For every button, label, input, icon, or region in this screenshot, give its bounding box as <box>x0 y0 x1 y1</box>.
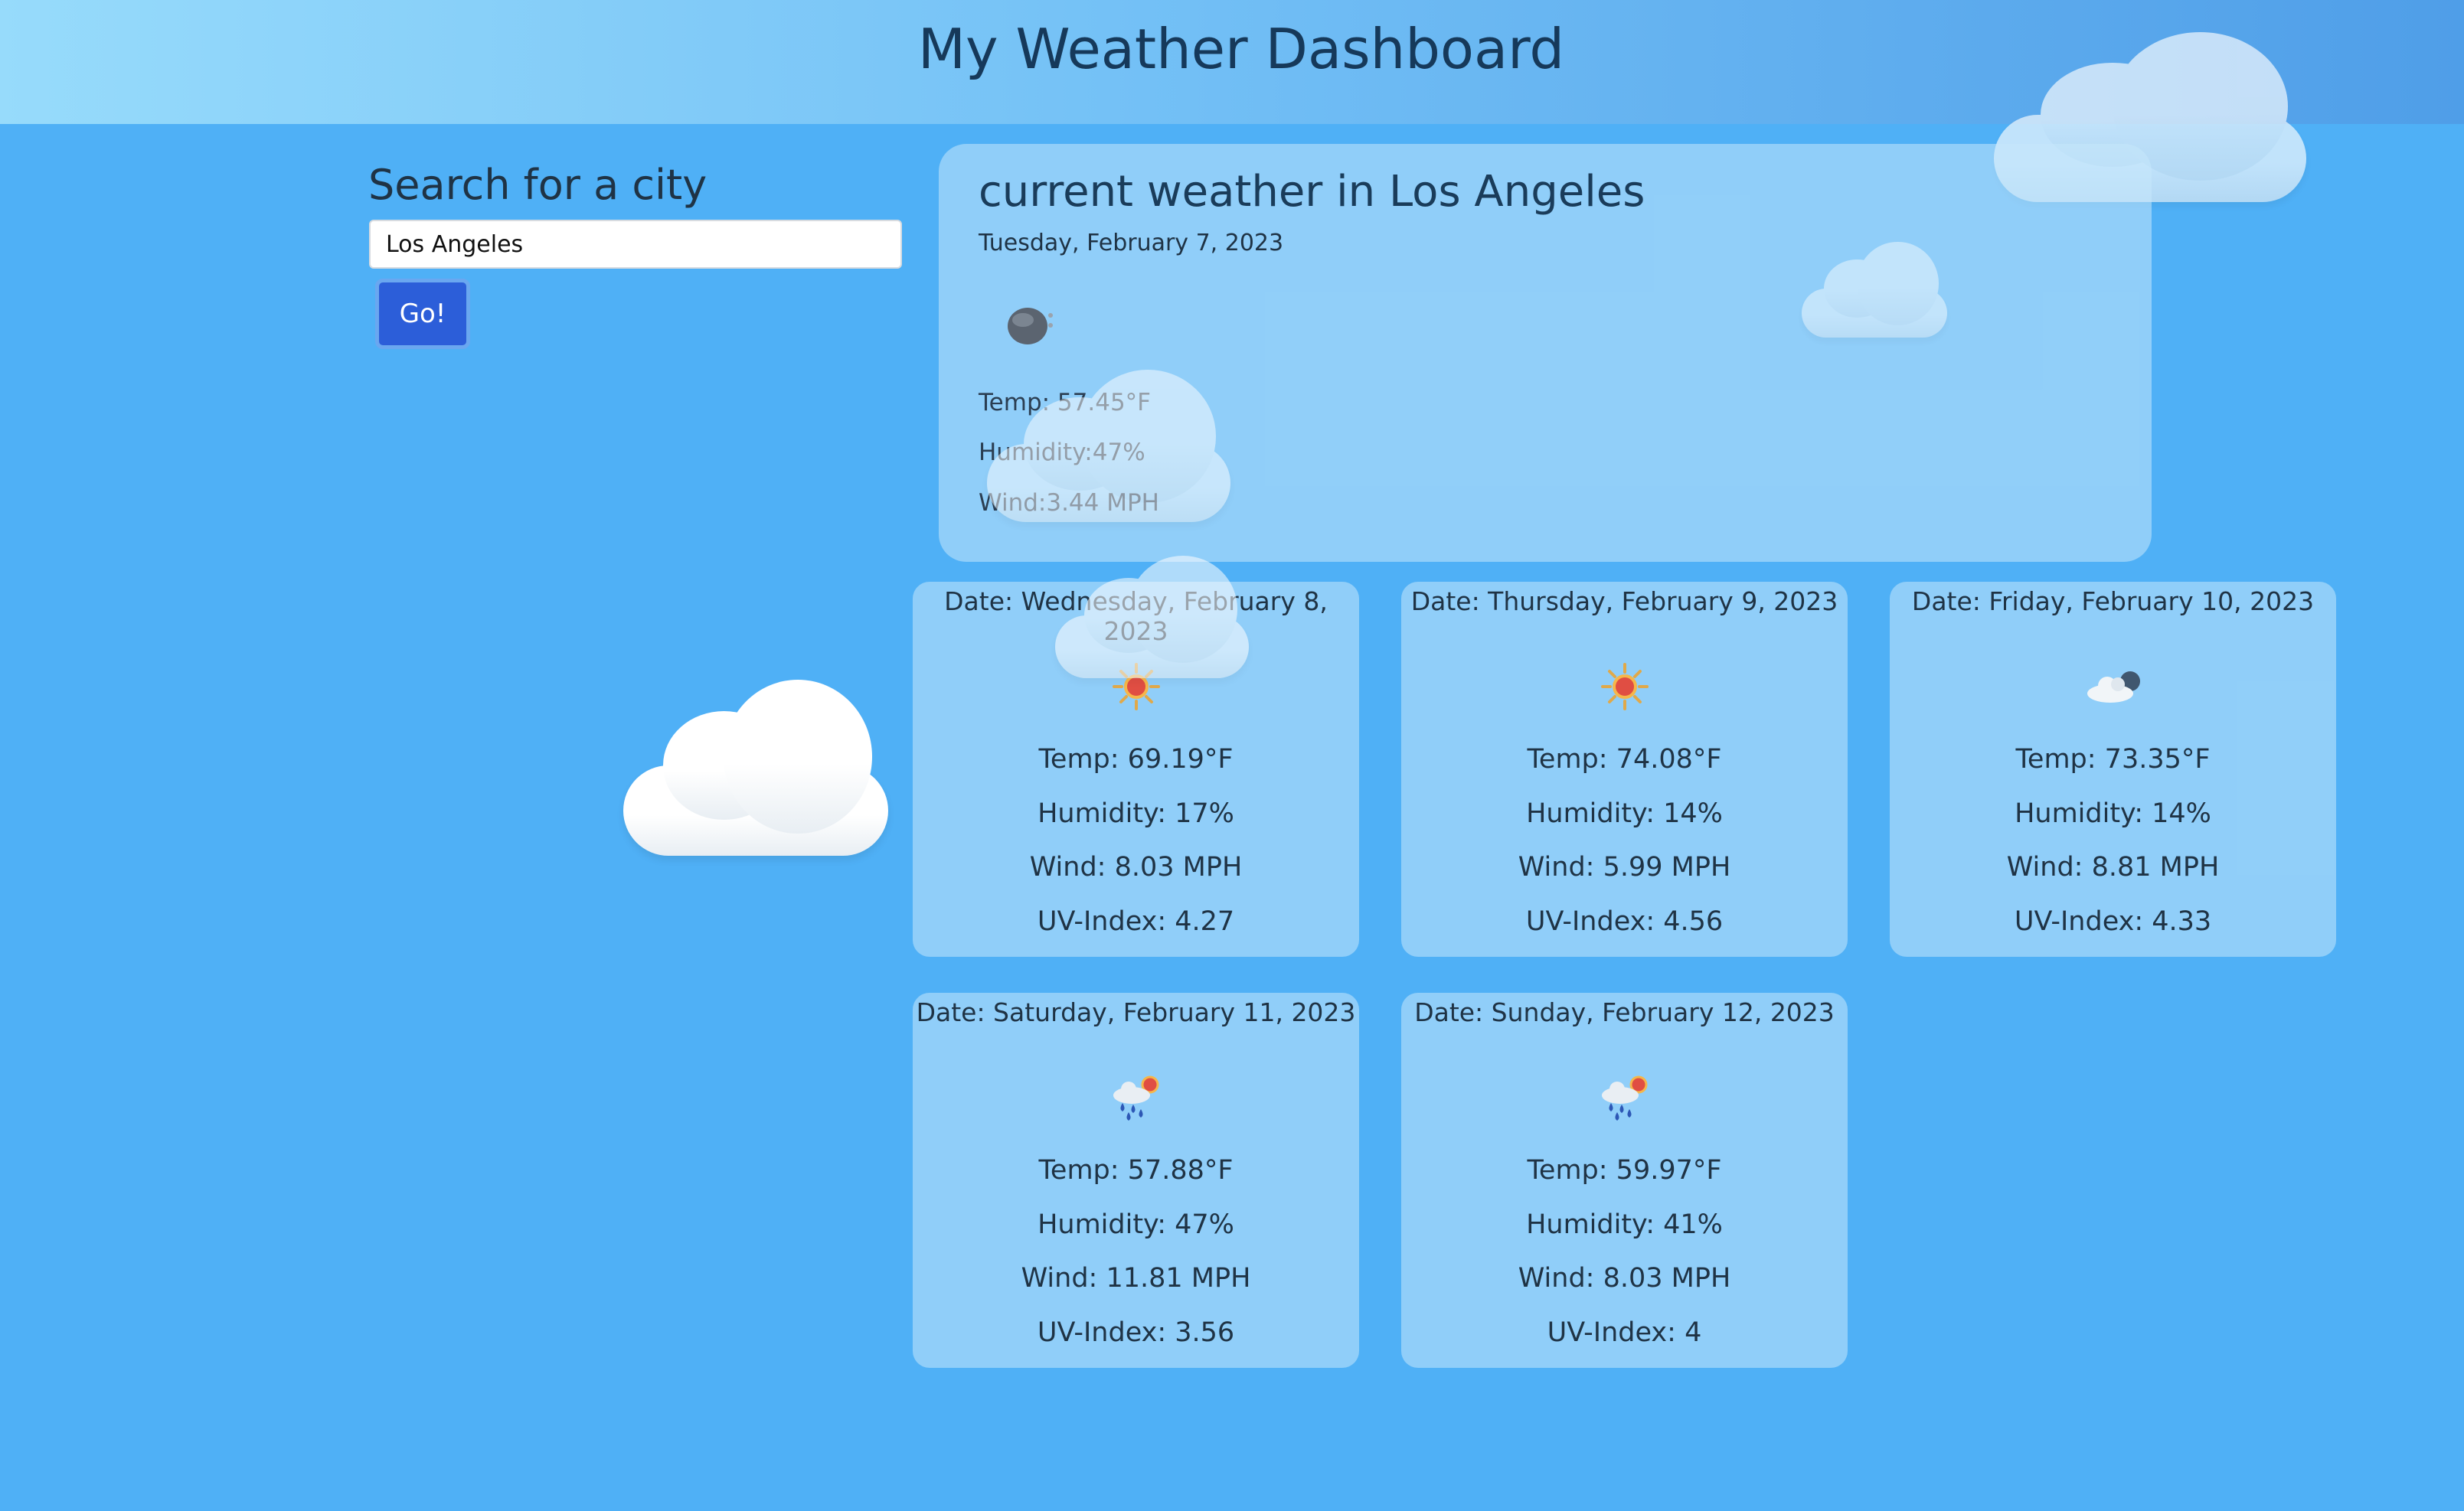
cloud-decoration <box>1055 556 1249 678</box>
forecast-date: Date: Thursday, February 9, 2023 <box>1410 586 1838 616</box>
forecast-wind: Wind: 8.81 MPH <box>2006 852 2220 883</box>
forecast-temp: Temp: 73.35°F <box>2015 744 2211 775</box>
forecast-uv-index: UV-Index: 4.27 <box>1037 906 1235 937</box>
forecast-uv-index: UV-Index: 4.33 <box>2014 906 2212 937</box>
forecast-humidity: Humidity: 47% <box>1038 1209 1234 1240</box>
forecast-date: Date: Friday, February 10, 2023 <box>1911 586 2315 616</box>
forecast-date: Date: Sunday, February 12, 2023 <box>1414 997 1835 1027</box>
forecast-humidity: Humidity: 14% <box>1526 798 1723 829</box>
sun-icon <box>1601 663 1649 710</box>
forecast-card: Date: Thursday, February 9, 2023 Temp: 7… <box>1401 582 1848 957</box>
forecast-date: Date: Saturday, February 11, 2023 <box>916 997 1356 1027</box>
rain-sun-icon <box>1113 1075 1159 1121</box>
search-title: Search for a city <box>368 161 708 209</box>
forecast-humidity: Humidity: 17% <box>1038 798 1234 829</box>
forecast-wind: Wind: 11.81 MPH <box>1021 1263 1251 1294</box>
forecast-card: Date: Friday, February 10, 2023 Temp: 73… <box>1890 582 2336 957</box>
forecast-uv-index: UV-Index: 4.56 <box>1525 906 1724 937</box>
current-weather-title: current weather in Los Angeles <box>979 167 1645 217</box>
forecast-uv-index: UV-Index: 4 <box>1547 1317 1702 1348</box>
forecast-temp: Temp: 74.08°F <box>1527 744 1722 775</box>
forecast-card: Date: Sunday, February 12, 2023 Temp: 59… <box>1401 993 1848 1368</box>
forecast-humidity: Humidity: 41% <box>1526 1209 1723 1240</box>
city-search-input[interactable] <box>369 220 902 269</box>
forecast-humidity: Humidity: 14% <box>2015 798 2211 829</box>
go-button[interactable]: Go! <box>375 279 470 349</box>
forecast-wind: Wind: 5.99 MPH <box>1518 852 1731 883</box>
cloudy-night-icon <box>2087 671 2140 703</box>
forecast-temp: Temp: 69.19°F <box>1038 744 1234 775</box>
forecast-wind: Wind: 8.03 MPH <box>1518 1263 1731 1294</box>
current-weather-date: Tuesday, February 7, 2023 <box>979 230 1284 256</box>
rain-sun-icon <box>1602 1075 1648 1121</box>
cloud-decoration <box>1802 242 1947 338</box>
forecast-temp: Temp: 59.97°F <box>1527 1155 1722 1186</box>
forecast-card: Date: Saturday, February 11, 2023 Temp: … <box>913 993 1359 1368</box>
forecast-uv-index: UV-Index: 3.56 <box>1037 1317 1235 1348</box>
forecast-temp: Temp: 57.88°F <box>1038 1155 1234 1186</box>
moon-icon <box>1008 308 1053 344</box>
forecast-wind: Wind: 8.03 MPH <box>1029 852 1243 883</box>
cloud-decoration <box>987 370 1230 522</box>
cloud-decoration <box>623 679 888 856</box>
